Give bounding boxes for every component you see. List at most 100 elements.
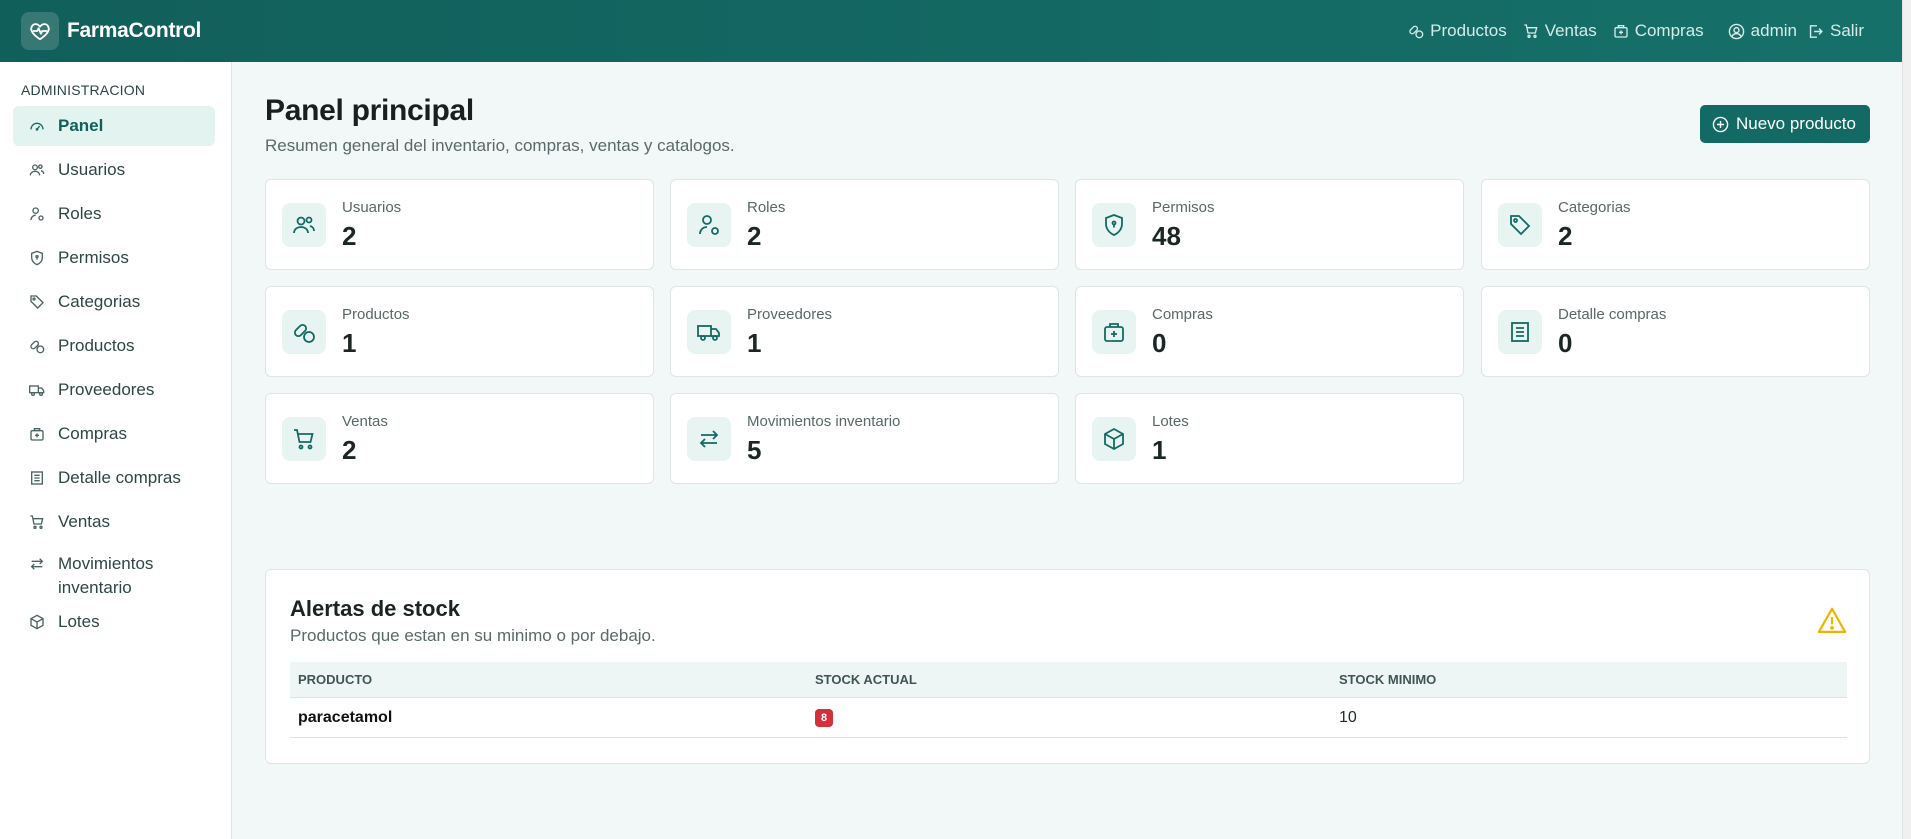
receipt-icon	[1498, 310, 1542, 354]
tags-icon	[1498, 203, 1542, 247]
sidebar-item-label: Permisos	[58, 248, 129, 267]
pills-icon	[1409, 25, 1424, 39]
stat-card-permisos[interactable]: Permisos 48	[1075, 179, 1464, 270]
receipt-icon	[31, 471, 43, 485]
user-gear-icon	[687, 203, 731, 247]
topnav-productos[interactable]: Productos	[1408, 21, 1507, 41]
column-header-stock-minimo[interactable]: STOCK MINIMO	[1331, 672, 1847, 687]
page-title: Panel principal	[265, 94, 474, 127]
column-header-producto[interactable]: PRODUCTO	[290, 672, 807, 687]
stat-card-movimientos-inventario[interactable]: Movimientos inventario 5	[670, 393, 1059, 484]
stat-value: 5	[747, 435, 762, 465]
sidebar-item-lotes[interactable]: Lotes	[13, 602, 215, 642]
sidebar-item-permisos[interactable]: Permisos	[13, 238, 215, 278]
stock-alerts-table: PRODUCTO STOCK ACTUAL STOCK MINIMO parac…	[290, 662, 1847, 738]
stat-card-lotes[interactable]: Lotes 1	[1075, 393, 1464, 484]
topnav-compras[interactable]: Compras	[1613, 21, 1704, 41]
sidebar-item-label: Usuarios	[58, 160, 126, 179]
medkit-bag-icon	[1092, 310, 1136, 354]
user-name: admin	[1750, 21, 1797, 40]
table-row[interactable]: paracetamol 8 10	[290, 698, 1847, 738]
sidebar-item-movimientos-inventario[interactable]: Movimientos inventario	[13, 546, 215, 598]
stat-card-productos[interactable]: Productos 1	[265, 286, 654, 377]
sidebar-item-label: Movimientos inventario	[58, 554, 154, 597]
sidebar-item-label: Proveedores	[58, 380, 155, 399]
sidebar-item-panel[interactable]: Panel	[13, 106, 215, 146]
stat-card-usuarios[interactable]: Usuarios 2	[265, 179, 654, 270]
sidebar-item-ventas[interactable]: Ventas	[13, 502, 215, 542]
stat-value: 0	[1558, 328, 1573, 358]
pills-icon	[282, 310, 326, 354]
alerts-title: Alertas de stock	[290, 596, 460, 621]
sidebar-item-label: Panel	[58, 116, 104, 135]
sidebar-item-compras[interactable]: Compras	[13, 414, 215, 454]
new-product-label: Nuevo producto	[1735, 114, 1856, 133]
sidebar: ADMINISTRACION Panel Usuarios Roles Perm…	[0, 62, 232, 839]
sidebar-item-label: Categorias	[58, 292, 141, 311]
sidebar-item-roles[interactable]: Roles	[13, 194, 215, 234]
stat-card-compras[interactable]: Compras 0	[1075, 286, 1464, 377]
column-header-stock-actual[interactable]: STOCK ACTUAL	[807, 672, 1331, 687]
medkit-bag-icon	[30, 428, 44, 441]
brand-name: FarmaControl	[67, 19, 202, 42]
arrows-left-right-icon	[30, 558, 44, 570]
box-icon	[1092, 417, 1136, 461]
arrows-left-right-icon	[687, 417, 731, 461]
stat-value: 1	[342, 328, 357, 358]
sidebar-item-label: Productos	[58, 336, 135, 355]
users-icon	[282, 203, 326, 247]
alerts-subtitle: Productos que estan en su minimo o por d…	[290, 626, 656, 645]
stat-label: Movimientos inventario	[747, 413, 901, 430]
stat-label: Compras	[1152, 306, 1213, 323]
sidebar-item-label: Lotes	[58, 612, 100, 631]
users-icon	[29, 164, 45, 176]
stat-value: 1	[747, 328, 762, 358]
top-navbar: FarmaControl Productos Ventas Compras ad…	[0, 0, 1902, 62]
product-name: paracetamol	[298, 708, 393, 726]
new-product-button[interactable]: Nuevo producto	[1699, 105, 1870, 143]
user-gear-icon	[30, 207, 44, 221]
stat-value: 2	[342, 435, 357, 465]
vertical-scrollbar[interactable]	[1902, 0, 1911, 839]
stat-card-proveedores[interactable]: Proveedores 1	[670, 286, 1059, 377]
stat-label: Permisos	[1152, 199, 1215, 216]
sidebar-item-label: Detalle compras	[58, 468, 181, 487]
page-subtitle: Resumen general del inventario, compras,…	[265, 136, 735, 155]
cart-icon	[1524, 24, 1538, 38]
sidebar-item-usuarios[interactable]: Usuarios	[13, 150, 215, 190]
stat-label: Lotes	[1152, 413, 1189, 430]
stat-card-categorias[interactable]: Categorias 2	[1481, 179, 1870, 270]
sidebar-item-detalle-compras[interactable]: Detalle compras	[13, 458, 215, 498]
topnav-productos-label: Productos	[1430, 21, 1507, 40]
sidebar-item-productos[interactable]: Productos	[13, 326, 215, 366]
logout-link[interactable]: Salir	[1807, 21, 1864, 41]
table-header: PRODUCTO STOCK ACTUAL STOCK MINIMO	[290, 662, 1847, 698]
stat-card-roles[interactable]: Roles 2	[670, 179, 1059, 270]
stock-alerts-panel: Alertas de stock Productos que estan en …	[265, 569, 1870, 764]
sidebar-item-proveedores[interactable]: Proveedores	[13, 370, 215, 410]
topnav-ventas[interactable]: Ventas	[1523, 21, 1597, 41]
sidebar-item-label: Compras	[58, 424, 127, 443]
shield-icon	[31, 250, 43, 266]
main-content: Panel principal Resumen general del inve…	[265, 62, 1870, 764]
stat-card-ventas[interactable]: Ventas 2	[265, 393, 654, 484]
sidebar-heading: ADMINISTRACION	[21, 82, 146, 98]
user-menu[interactable]: admin	[1728, 21, 1797, 41]
heart-pulse-icon	[21, 12, 59, 50]
brand[interactable]: FarmaControl	[21, 12, 201, 50]
stat-card-detalle-compras[interactable]: Detalle compras 0	[1481, 286, 1870, 377]
box-icon	[30, 614, 44, 630]
stat-label: Roles	[747, 199, 786, 216]
user-circle-icon	[1728, 23, 1744, 39]
stock-actual-badge: 8	[815, 709, 834, 727]
topnav-compras-label: Compras	[1634, 21, 1704, 40]
stat-label: Detalle compras	[1558, 306, 1667, 323]
stat-label: Categorias	[1558, 199, 1631, 216]
top-nav-links: Productos Ventas Compras admin Salir	[1392, 0, 1864, 62]
tags-icon	[30, 295, 44, 309]
stat-value: 48	[1152, 221, 1181, 251]
cart-icon	[30, 515, 44, 529]
sidebar-item-categorias[interactable]: Categorias	[13, 282, 215, 322]
stock-minimo-value: 10	[1339, 708, 1357, 726]
logout-label: Salir	[1829, 21, 1864, 40]
